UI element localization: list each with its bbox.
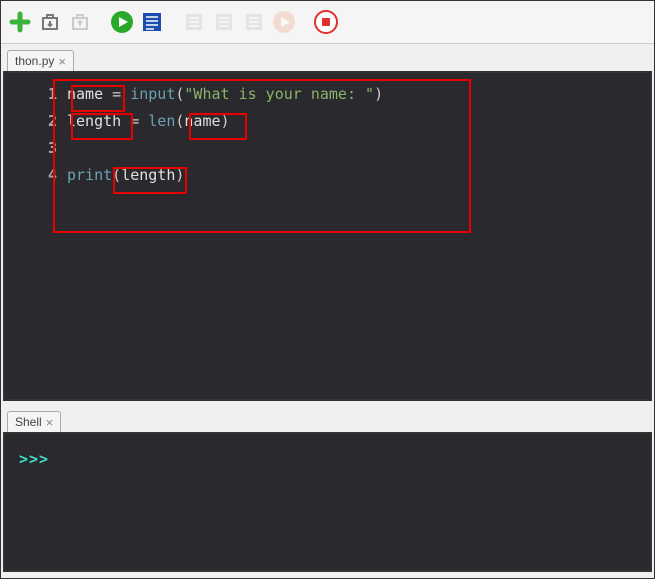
open-file-button[interactable] — [37, 9, 63, 35]
code-content: name = input("What is your name: ") — [67, 81, 383, 108]
line-number: 2 — [5, 108, 67, 135]
stop-button[interactable] — [313, 9, 339, 35]
run-button[interactable] — [109, 9, 135, 35]
shell-tabs: Shell × — [1, 405, 654, 432]
tab-file[interactable]: thon.py × — [7, 50, 74, 71]
line-number: 4 — [5, 162, 67, 189]
step-over-button — [181, 9, 207, 35]
tab-file-label: thon.py — [15, 54, 54, 68]
line-number: 1 — [5, 81, 67, 108]
code-line: 1name = input("What is your name: ") — [5, 81, 650, 108]
code-content: length = len(name) — [67, 108, 230, 135]
tab-shell[interactable]: Shell × — [7, 411, 61, 432]
save-file-button — [67, 9, 93, 35]
code-line: 4print(length) — [5, 162, 650, 189]
toolbar — [1, 1, 654, 44]
step-into-button — [211, 9, 237, 35]
line-number: 3 — [5, 135, 67, 162]
tab-shell-label: Shell — [15, 415, 42, 429]
code-line: 3 — [5, 135, 650, 162]
new-file-button[interactable] — [7, 9, 33, 35]
close-icon[interactable]: × — [58, 55, 66, 68]
code-content: print(length) — [67, 162, 184, 189]
shell-prompt: >>> — [19, 450, 49, 468]
shell-panel[interactable]: >>> — [3, 432, 652, 572]
editor-tabs: thon.py × — [1, 44, 654, 71]
debug-button[interactable] — [139, 9, 165, 35]
close-icon[interactable]: × — [46, 416, 54, 429]
code-line: 2length = len(name) — [5, 108, 650, 135]
code-editor[interactable]: 1name = input("What is your name: ")2len… — [3, 71, 652, 401]
resume-button — [271, 9, 297, 35]
step-out-button — [241, 9, 267, 35]
